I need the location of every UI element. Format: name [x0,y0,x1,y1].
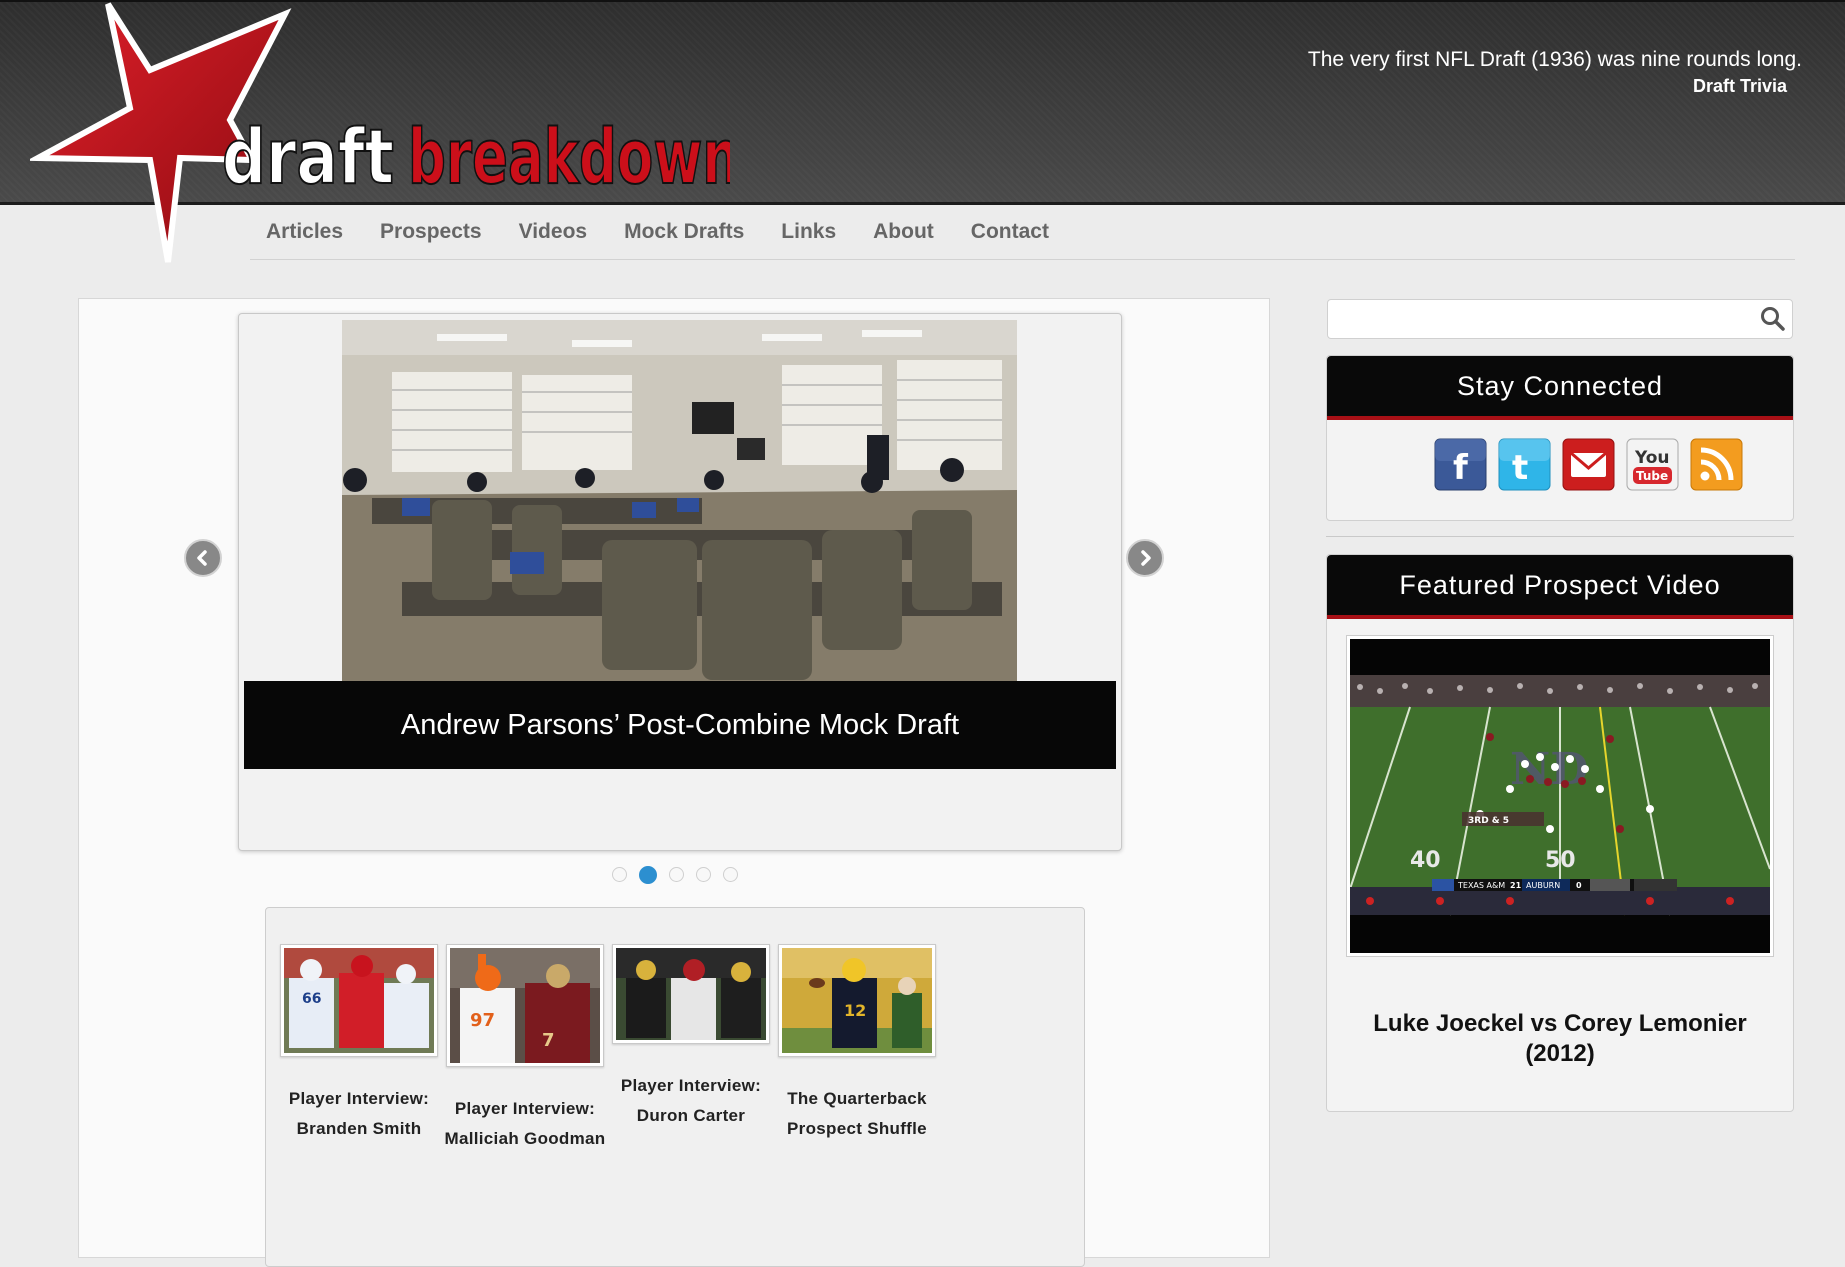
svg-text:You: You [1634,448,1670,468]
chevron-right-icon [1141,550,1151,566]
thumbnail-image[interactable]: 12 [782,948,932,1053]
trivia-label[interactable]: Draft Trivia [1308,74,1787,98]
thumbnail-title[interactable]: Player Interview: Duron Carter [601,1071,781,1131]
slider-dot-1[interactable] [612,867,627,882]
slide-caption[interactable]: Andrew Parsons’ Post-Combine Mock Draft [244,681,1116,769]
svg-text:Tube: Tube [1636,469,1668,483]
featured-video-title: Featured Prospect Video [1327,555,1793,619]
logo-word-draft: draft [222,112,394,201]
trivia-text: The very first NFL Draft (1936) was nine… [1307,48,1802,71]
slider-pagination [612,866,750,884]
svg-text:21: 21 [1510,881,1522,890]
nav-about[interactable]: About [873,220,934,244]
svg-text:TEXAS A&M: TEXAS A&M [1457,881,1505,890]
thumbnail-frame[interactable]: 97 7 [446,944,604,1067]
svg-text:AUBURN: AUBURN [1526,881,1560,890]
stay-connected-widget: Stay Connected f t You Tube [1326,355,1794,521]
social-links: f t You Tube [1434,438,1754,491]
thumbnail-image[interactable] [616,948,766,1040]
search-box [1327,299,1793,339]
thumbnail-item[interactable]: Player Interview: Duron Carter [601,944,781,1131]
thumbnail-frame[interactable]: 12 [778,944,936,1057]
video-player[interactable]: ND 3RD & 5 40 50 TEXAS A&M 21 AUBURN 0 [1346,635,1774,957]
slider-dot-4[interactable] [696,867,711,882]
rss-icon[interactable] [1690,438,1743,491]
thumbnail-image[interactable]: 97 7 [450,948,600,1063]
thumbnail-frame[interactable]: 66 [280,944,438,1057]
search-input[interactable] [1336,300,1760,338]
twitter-icon[interactable]: t [1498,438,1551,491]
slider-dot-3[interactable] [669,867,684,882]
email-icon[interactable] [1562,438,1615,491]
svg-text:12: 12 [844,1001,866,1020]
slider-dot-5[interactable] [723,867,738,882]
thumbnail-item[interactable]: 97 7 Player Interview: Malliciah Goodman [435,944,615,1154]
svg-text:7: 7 [542,1030,555,1051]
svg-text:97: 97 [470,1010,495,1031]
slider-dot-2[interactable] [639,866,657,884]
svg-text:66: 66 [302,991,321,1007]
trivia-box: The very first NFL Draft (1936) was nine… [1308,46,1802,98]
thumbnail-item[interactable]: 12 The Quarterback Prospect Shuffle [767,944,947,1144]
thumbnail-frame[interactable] [612,944,770,1044]
thumbnail-image[interactable]: 66 [284,948,434,1053]
nav-links[interactable]: Links [781,220,836,244]
svg-text:f: f [1453,448,1469,488]
video-thumbnail[interactable]: ND 3RD & 5 40 50 TEXAS A&M 21 AUBURN 0 [1349,639,1771,953]
logo-word-breakdown: breakdown [408,112,730,201]
sidebar-divider [1326,536,1794,537]
youtube-icon[interactable]: You Tube [1626,438,1679,491]
svg-text:t: t [1512,448,1528,488]
slide-image[interactable] [342,320,1017,682]
featured-video-caption[interactable]: Luke Joeckel vs Corey Lemonier (2012) [1327,1009,1793,1069]
svg-text:3RD & 5: 3RD & 5 [1468,816,1509,826]
slider-next-button[interactable] [1126,539,1164,577]
thumbnail-item[interactable]: 66 Player Interview: Branden Smith [269,944,449,1144]
chevron-left-icon [197,550,207,566]
stay-connected-title: Stay Connected [1327,356,1793,420]
thumbnail-title[interactable]: Player Interview: Branden Smith [269,1084,449,1144]
thumbnail-title[interactable]: Player Interview: Malliciah Goodman [435,1094,615,1154]
search-icon[interactable] [1760,306,1786,332]
svg-text:40: 40 [1410,848,1441,873]
facebook-icon[interactable]: f [1434,438,1487,491]
thumbnail-carousel: 66 Player Interview: Branden Smith 97 7 … [265,907,1085,1267]
site-logo[interactable]: draft breakdown [30,0,730,275]
nav-contact[interactable]: Contact [971,220,1049,244]
svg-text:50: 50 [1545,848,1576,873]
svg-text:0: 0 [1576,881,1582,890]
featured-slider[interactable]: Andrew Parsons’ Post-Combine Mock Draft [238,313,1122,851]
svg-text:ND: ND [1510,744,1588,795]
featured-video-widget: Featured Prospect Video ND 3RD & 5 40 50… [1326,554,1794,1112]
thumbnail-title[interactable]: The Quarterback Prospect Shuffle [767,1084,947,1144]
slider-prev-button[interactable] [184,539,222,577]
main-content: Andrew Parsons’ Post-Combine Mock Draft … [78,298,1270,1267]
